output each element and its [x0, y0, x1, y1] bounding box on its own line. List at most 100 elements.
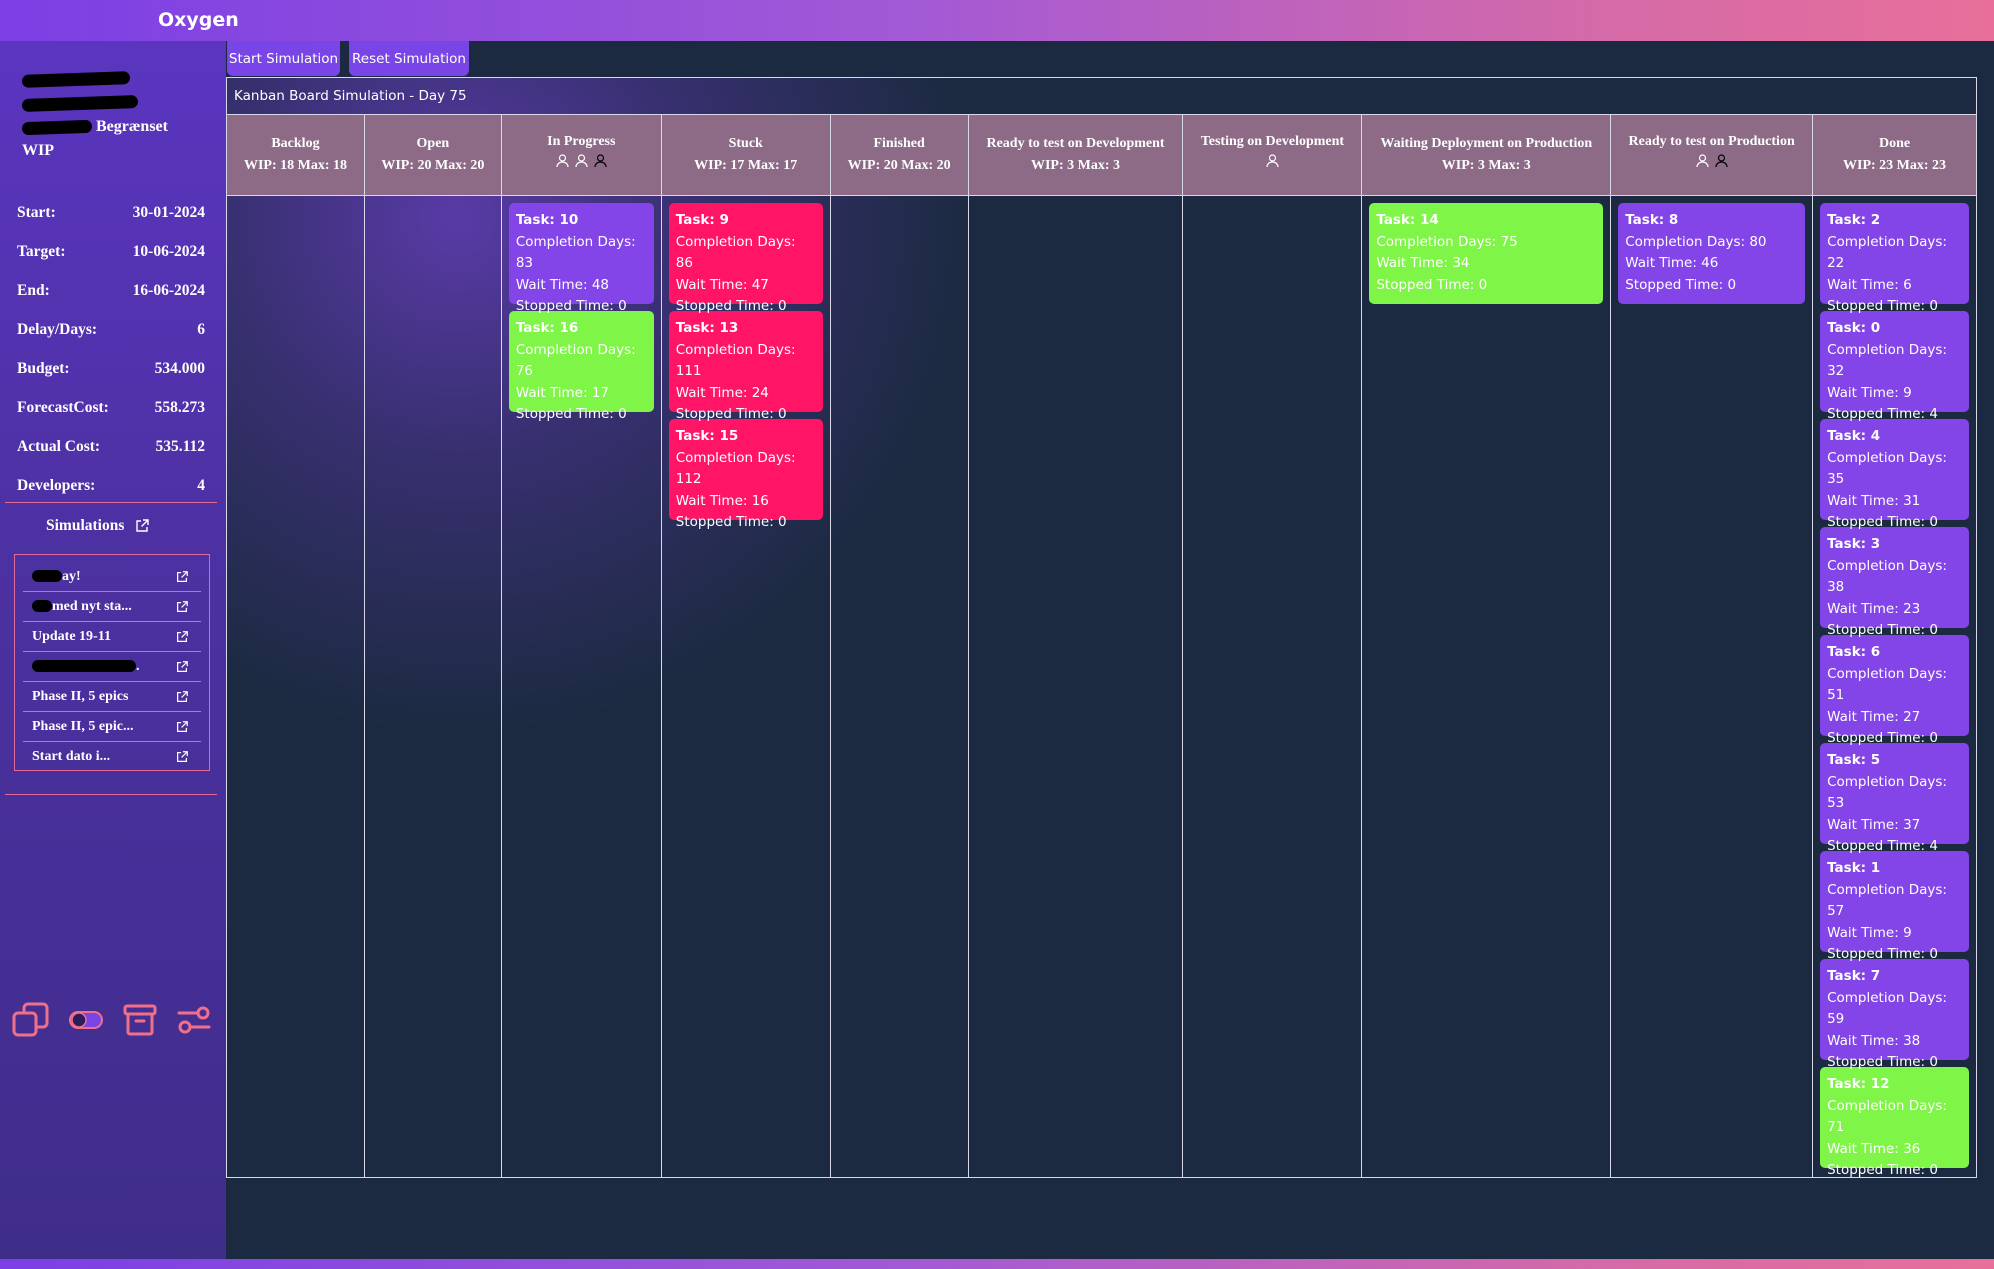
wait-time: Wait Time: 46	[1625, 255, 1719, 271]
wait-time: Wait Time: 47	[675, 276, 769, 293]
simulation-item[interactable]: Start dato i...	[23, 742, 201, 772]
column-backlog: Backlog WIP: 18 Max: 18	[227, 115, 365, 1177]
external-link-icon[interactable]	[175, 720, 189, 734]
toggle-icon[interactable]	[68, 1009, 104, 1031]
column-testing-on-development: Testing on Development	[1183, 115, 1363, 1177]
sidebar-tools	[12, 1001, 212, 1039]
task-card[interactable]: Task: 14 Completion Days: 75 Wait Time: 34…	[1369, 203, 1604, 304]
developer-icon	[575, 154, 588, 168]
external-link-icon[interactable]	[134, 518, 150, 534]
column-wip: WIP: 20 Max: 20	[847, 158, 951, 173]
simulations-header[interactable]: Simulations	[46, 517, 150, 535]
task-card[interactable]: Task: 0 Completion Days: 32 Wait Time: 9 St…	[1820, 311, 1969, 422]
task-card[interactable]: Task: 9 Completion Days: 86 Wait Time: 47 S…	[668, 203, 823, 314]
simulation-item[interactable]: med nyt sta...	[23, 592, 201, 622]
card-list: Task: 10 Completion Days: 83 Wait Time: 48…	[502, 196, 661, 422]
top-bar: Oxygen	[0, 0, 1994, 41]
task-number: Task: 4	[1827, 428, 1881, 444]
task-card[interactable]: Task: 15 Completion Days: 112 Wait Time: 1…	[668, 419, 823, 530]
task-card[interactable]: Task: 12 Completion Days: 71 Wait Time: 36…	[1820, 1067, 1969, 1178]
stat-end: End: 16-06-2024	[17, 281, 205, 299]
reset-simulation-button[interactable]: Reset Simulation	[349, 41, 469, 76]
column-wip: WIP: 3 Max: 3	[1441, 158, 1531, 173]
stopped-time: Stopped Time: 0	[1625, 276, 1737, 293]
task-card[interactable]: Task: 3 Completion Days: 38 Wait Time: 23 S…	[1820, 527, 1969, 638]
redacted-text	[32, 600, 52, 613]
task-card[interactable]: Task: 6 Completion Days: 51 Wait Time: 27 S…	[1820, 635, 1969, 746]
completion-days: Completion Days: 35	[1827, 449, 1947, 488]
completion-days: Completion Days: 51	[1827, 665, 1947, 704]
task-number: Task: 3	[1827, 536, 1881, 552]
wait-time: Wait Time: 38	[1827, 1032, 1921, 1049]
task-number: Task: 1	[1827, 860, 1881, 876]
task-number: Task: 9	[675, 212, 729, 228]
completion-days: Completion Days: 83	[515, 233, 636, 272]
external-link-icon[interactable]	[175, 690, 189, 704]
task-card[interactable]: Task: 16 Completion Days: 76 Wait Time: 17…	[508, 311, 654, 422]
column-title: Waiting Deployment on Production	[1380, 136, 1593, 151]
column-title: Finished	[873, 136, 925, 151]
column-header: Ready to test on Production	[1611, 115, 1813, 196]
column-ready-to-test-on-production: Ready to test on Production Task: 8 Comple…	[1611, 115, 1814, 1177]
column-wip: WIP: 17 Max: 17	[694, 158, 798, 173]
wait-time: Wait Time: 9	[1827, 924, 1912, 941]
simulation-item[interactable]: Phase II, 5 epics	[23, 682, 201, 712]
wait-time: Wait Time: 36	[1827, 1140, 1921, 1157]
external-link-icon[interactable]	[175, 630, 189, 644]
divider	[5, 794, 217, 795]
wait-time: Wait Time: 9	[1827, 384, 1912, 401]
completion-days: Completion Days: 57	[1827, 881, 1947, 920]
card-list: Task: 8 Completion Days: 80 Wait Time: 46 S…	[1611, 196, 1812, 304]
task-card[interactable]: Task: 1 Completion Days: 57 Wait Time: 9 St…	[1820, 851, 1969, 962]
task-number: Task: 13	[675, 320, 739, 336]
wait-time: Wait Time: 6	[1827, 276, 1912, 293]
stat-budget: Budget: 534.000	[17, 359, 205, 377]
project-name: Begrænset WIP	[21, 67, 222, 163]
task-card[interactable]: Task: 10 Completion Days: 83 Wait Time: 48…	[508, 203, 654, 314]
stat-start: Start: 30-01-2024	[17, 203, 205, 221]
sidebar: Begrænset WIP Start: 30-01-2024 Target: 10…	[0, 41, 226, 1259]
board-columns: Backlog WIP: 18 Max: 18 Open WIP: 20 Max: 2…	[227, 115, 1976, 1178]
kanban-board: Kanban Board Simulation - Day 75 Backlog…	[226, 77, 1977, 1178]
archive-icon[interactable]	[122, 1002, 158, 1038]
column-wip: WIP: 3 Max: 3	[1030, 158, 1121, 173]
app-brand[interactable]: Oxygen	[158, 9, 239, 31]
column-title: Ready to test on Development	[986, 136, 1165, 151]
completion-days: Completion Days: 38	[1827, 557, 1947, 596]
external-link-icon[interactable]	[175, 570, 189, 584]
redacted-text	[32, 660, 136, 673]
simulation-item[interactable]: .	[23, 652, 201, 682]
completion-days: Completion Days: 59	[1827, 989, 1947, 1028]
column-wip: WIP: 18 Max: 18	[243, 158, 347, 173]
stopped-time: Stopped Time: 0	[1827, 1162, 1938, 1178]
stopped-time: Stopped Time: 0	[675, 514, 787, 530]
start-simulation-button[interactable]: Start Simulation	[227, 41, 340, 76]
task-card[interactable]: Task: 2 Completion Days: 22 Wait Time: 6 St…	[1820, 203, 1969, 314]
task-card[interactable]: Task: 4 Completion Days: 35 Wait Time: 31 S…	[1820, 419, 1969, 530]
stat-forecast-cost: ForecastCost: 558.273	[17, 398, 205, 416]
simulation-item[interactable]: Update 19-11	[23, 622, 201, 652]
redacted-text	[21, 119, 93, 136]
task-card[interactable]: Task: 13 Completion Days: 111 Wait Time: 2…	[668, 311, 823, 422]
column-done: Done WIP: 23 Max: 23 Task: 2 Completion Day…	[1813, 115, 1976, 1178]
completion-days: Completion Days: 86	[675, 233, 796, 272]
developer-icons	[1183, 154, 1361, 168]
external-link-icon[interactable]	[175, 660, 189, 674]
settings-sliders-icon[interactable]	[176, 1005, 212, 1035]
developer-icon	[1266, 154, 1279, 168]
simulation-item[interactable]: ay!	[23, 562, 201, 592]
task-card[interactable]: Task: 8 Completion Days: 80 Wait Time: 46 S…	[1618, 203, 1806, 304]
column-open: Open WIP: 20 Max: 20	[364, 115, 502, 1177]
card-list	[831, 196, 968, 203]
stopped-time: Stopped Time: 0	[1376, 276, 1488, 293]
column-header: Finished WIP: 20 Max: 20	[830, 115, 968, 196]
simulation-item[interactable]: Phase II, 5 epic...	[23, 712, 201, 742]
external-link-icon[interactable]	[175, 750, 189, 764]
wait-time: Wait Time: 16	[675, 492, 769, 509]
completion-days: Completion Days: 112	[675, 449, 796, 488]
task-card[interactable]: Task: 5 Completion Days: 53 Wait Time: 37 S…	[1820, 743, 1969, 854]
copy-icon[interactable]	[12, 1001, 50, 1039]
task-card[interactable]: Task: 7 Completion Days: 59 Wait Time: 38 S…	[1820, 959, 1969, 1070]
external-link-icon[interactable]	[175, 600, 189, 614]
completion-days: Completion Days: 32	[1827, 341, 1947, 380]
